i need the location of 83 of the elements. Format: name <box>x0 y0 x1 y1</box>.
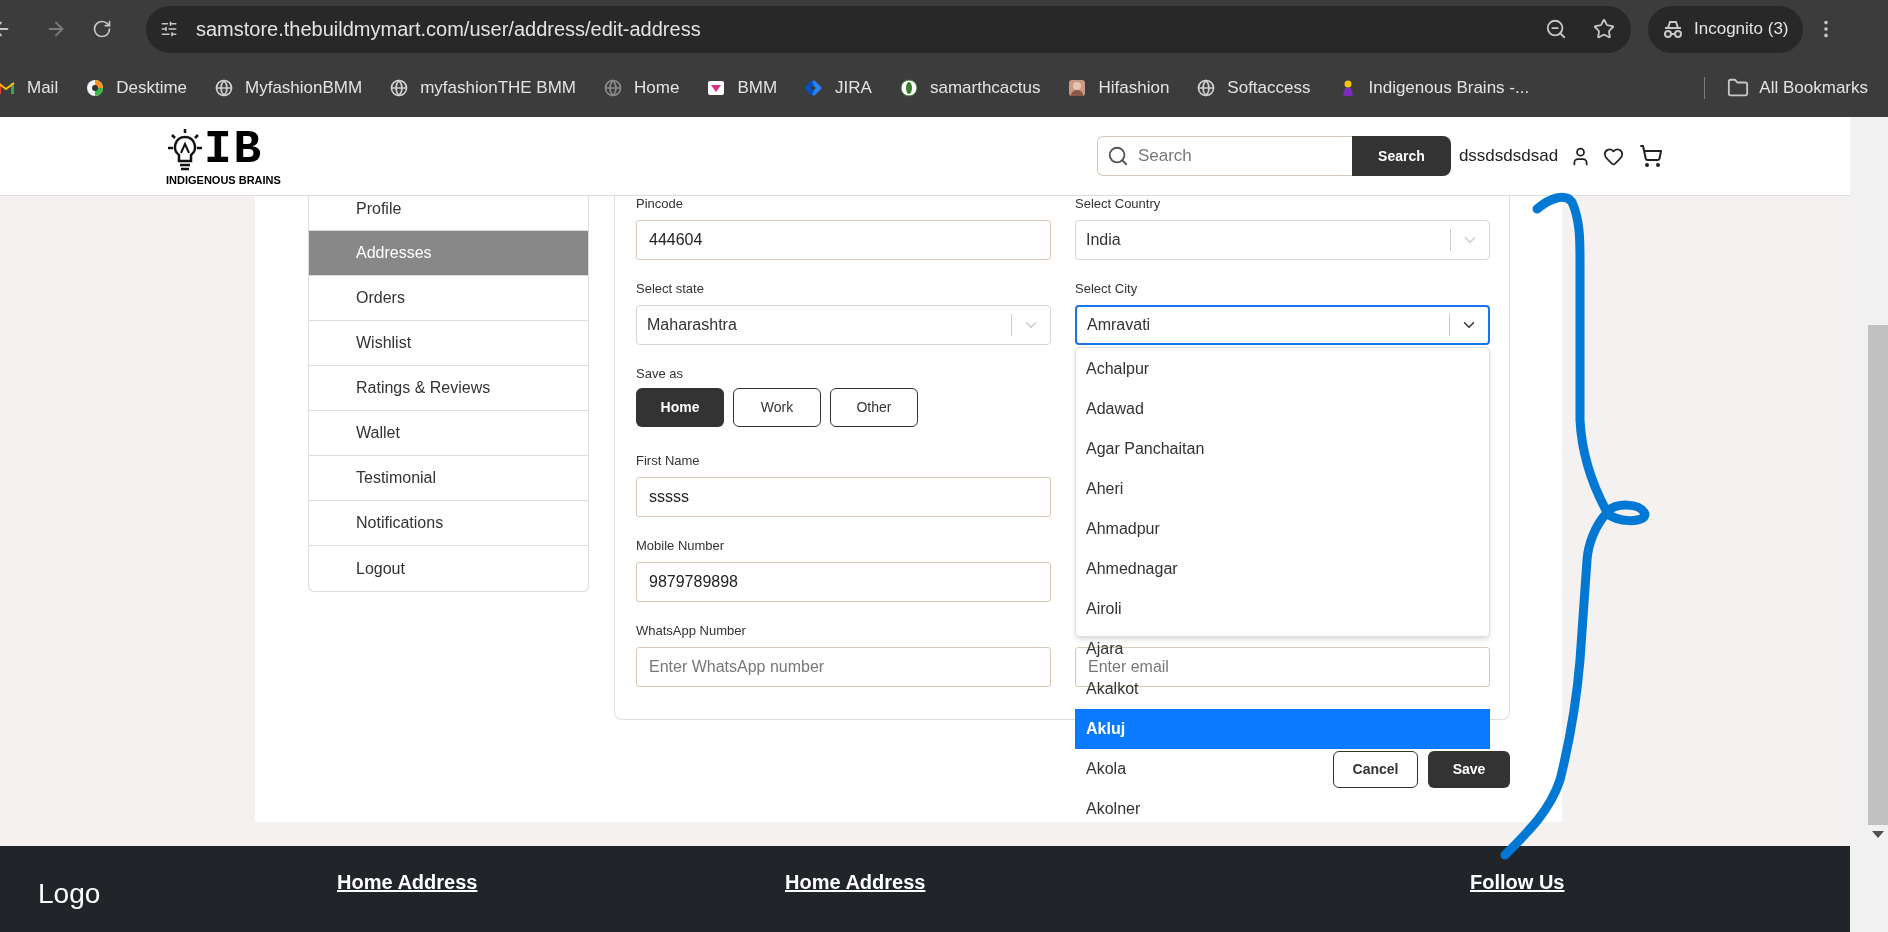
save-as-option[interactable]: Work <box>733 388 821 427</box>
bookmark[interactable]: Home <box>604 74 680 101</box>
field-label: First Name <box>636 453 701 469</box>
avatar-icon <box>1068 78 1087 97</box>
dropdown-option[interactable]: Ahmednagar <box>1086 561 1178 577</box>
sidebar-item[interactable]: Logout <box>309 546 588 591</box>
sidebar-item[interactable]: Wallet <box>309 411 588 456</box>
save-as-option[interactable]: Home <box>636 388 724 427</box>
dropdown-option[interactable]: Akolner <box>1086 801 1141 817</box>
globe-icon <box>215 78 234 97</box>
footer-logo: Logo <box>38 877 102 911</box>
search-icon <box>1106 145 1129 167</box>
clock-icon <box>86 78 105 97</box>
bookmark[interactable]: samarthcactus <box>899 74 1041 101</box>
lightbulb-icon <box>166 126 204 172</box>
url-text: samstore.thebuildmymart.com/user/address/edit-address <box>196 17 701 42</box>
bookmark[interactable]: Mail <box>0 74 59 101</box>
footer-link[interactable]: Home Address <box>785 867 1470 897</box>
bookmark[interactable]: myfashionTHE BMM <box>390 74 577 101</box>
footer-link[interactable]: Follow Us <box>1470 867 1565 897</box>
field-label: Select state <box>636 281 705 297</box>
field-label: WhatsApp Number <box>636 623 747 639</box>
leaf-icon <box>899 78 918 97</box>
folder-icon <box>1727 76 1750 99</box>
text-field[interactable]: 9879789898 <box>636 562 1051 602</box>
save-button[interactable]: Save <box>1428 751 1510 788</box>
sidebar-item[interactable]: Ratings & Reviews <box>309 366 588 411</box>
cancel-button[interactable]: Cancel <box>1333 751 1418 788</box>
sidebar-item[interactable]: Testimonial <box>309 456 588 501</box>
username[interactable]: dssdsdsdsad <box>1458 143 1559 169</box>
save-as-option[interactable]: Other <box>830 388 918 427</box>
zoom-out-icon[interactable] <box>1545 18 1567 40</box>
incognito-icon <box>1662 19 1684 39</box>
logo[interactable]: IB INDIGENOUS BRAINS <box>166 126 281 186</box>
text-field[interactable]: 444604 <box>636 220 1051 260</box>
scrollbar-thumb[interactable] <box>1868 325 1888 825</box>
jira-icon <box>805 78 824 97</box>
dropdown-option[interactable]: Adawad <box>1086 401 1144 417</box>
bookmark[interactable]: Softaccess <box>1197 74 1311 101</box>
globe-icon <box>604 78 623 97</box>
bookmark[interactable]: MyfashionBMM <box>215 74 363 101</box>
dropdown-option[interactable]: Aheri <box>1086 481 1124 497</box>
field-label: Select City <box>1075 281 1139 297</box>
logo-text: INDIGENOUS BRAINS <box>166 174 281 186</box>
dropdown-option[interactable]: Ahmadpur <box>1086 521 1160 537</box>
dropdown-option[interactable]: Akluj <box>1075 709 1490 749</box>
sidebar-item[interactable]: Notifications <box>309 501 588 546</box>
all-bookmarks[interactable]: All Bookmarks <box>1727 74 1868 101</box>
globe-icon <box>390 78 409 97</box>
dropdown-option[interactable]: Agar Panchaitan <box>1086 441 1205 457</box>
footer-link[interactable]: Home Address <box>337 867 785 897</box>
text-field[interactable]: Enter WhatsApp number <box>636 647 1051 687</box>
site-settings-icon[interactable] <box>160 20 178 38</box>
incognito-button[interactable]: Incognito (3) <box>1648 5 1803 53</box>
bookmark-star-icon[interactable] <box>1593 18 1615 40</box>
dropdown-option[interactable]: Achalpur <box>1086 361 1150 377</box>
bookmark[interactable]: Desktime <box>86 74 188 101</box>
select-field[interactable]: Maharashtra <box>636 305 1051 345</box>
search-button[interactable]: Search <box>1351 136 1451 176</box>
field-label: Save as <box>636 366 684 382</box>
select-field[interactable]: India <box>1075 220 1490 260</box>
sidebar-item[interactable]: Orders <box>309 276 588 321</box>
search-field[interactable]: Search <box>1096 136 1352 176</box>
scroll-down-arrow-icon[interactable] <box>1872 831 1884 838</box>
text-field[interactable]: sssss <box>636 477 1051 517</box>
field-label: Mobile Number <box>636 538 726 554</box>
bookmark[interactable]: Indigenous Brains -... <box>1338 74 1530 101</box>
dropdown-option[interactable]: Akola <box>1086 761 1127 777</box>
select-field[interactable]: Amravati <box>1075 305 1490 345</box>
field-label: Pincode <box>636 196 684 212</box>
bookmark-logo-icon <box>707 78 726 97</box>
bookmark[interactable]: JIRA <box>805 74 872 101</box>
reload-icon[interactable] <box>92 19 112 39</box>
bookmark[interactable]: Hifashion <box>1068 74 1170 101</box>
field-label: Select Country <box>1075 196 1162 212</box>
sidebar-item[interactable]: Addresses <box>309 231 588 276</box>
cart-icon[interactable] <box>1639 144 1664 168</box>
logo-mark: IB <box>204 128 264 172</box>
globe-icon <box>1197 78 1216 97</box>
address-bar[interactable]: samstore.thebuildmymart.com/user/address/edit-address <box>146 5 1631 53</box>
bookmark[interactable]: BMM <box>707 74 778 101</box>
dropdown-option[interactable]: Airoli <box>1086 601 1122 617</box>
sidebar-item[interactable]: Wishlist <box>309 321 588 366</box>
